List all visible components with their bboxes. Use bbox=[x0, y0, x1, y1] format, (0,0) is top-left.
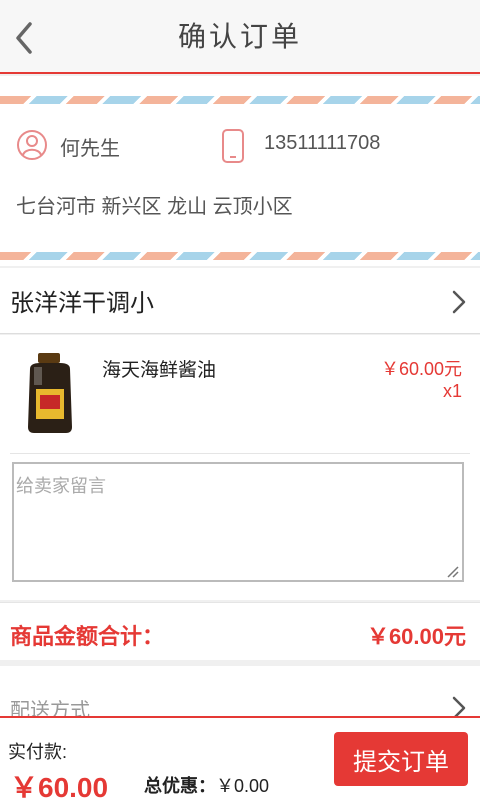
product-quantity: x1 bbox=[442, 381, 462, 401]
pay-label: 实付款: bbox=[8, 742, 68, 762]
shop-name: 张洋洋干调小 bbox=[10, 290, 154, 317]
phone-icon bbox=[222, 129, 244, 163]
discount-label: 总优惠： bbox=[144, 776, 216, 796]
total-value: ￥60.00元 bbox=[366, 624, 466, 649]
recipient-phone: 13511111708 bbox=[264, 132, 381, 154]
recipient-name: 何先生 bbox=[60, 138, 120, 160]
product-price: ￥60.00元 bbox=[380, 359, 462, 379]
checkout-footer: 实付款: ￥60.00 总优惠：￥0.00 提交订单 bbox=[0, 716, 480, 800]
header-bar: 确认订单 bbox=[0, 0, 480, 74]
resize-grip-icon[interactable] bbox=[446, 565, 460, 579]
total-label: 商品金额合计： bbox=[10, 624, 165, 649]
seller-message-input[interactable] bbox=[12, 462, 464, 582]
discount-value: ￥0.00 bbox=[216, 776, 270, 796]
envelope-stripe-top bbox=[0, 96, 480, 104]
product-name: 海天海鲜酱油 bbox=[102, 360, 217, 381]
chevron-right-icon bbox=[452, 290, 466, 314]
total-row: 商品金额合计： ￥60.00元 bbox=[0, 602, 480, 660]
recipient-address: 七台河市 新兴区 龙山 云顶小区 bbox=[16, 196, 293, 218]
envelope-stripe-bottom bbox=[0, 252, 480, 260]
product-section: 海天海鲜酱油 ￥60.00元 x1 bbox=[0, 335, 480, 600]
pay-amount: ￥60.00 bbox=[10, 772, 109, 800]
submit-order-button[interactable]: 提交订单 bbox=[334, 732, 468, 786]
address-card[interactable]: 何先生 13511111708 七台河市 新兴区 龙山 云顶小区 bbox=[0, 76, 480, 266]
shop-row[interactable]: 张洋洋干调小 bbox=[0, 268, 480, 334]
product-image[interactable] bbox=[20, 351, 80, 435]
person-icon bbox=[17, 130, 47, 160]
discount-info: 总优惠：￥0.00 bbox=[144, 772, 269, 798]
page-title: 确认订单 bbox=[177, 21, 302, 52]
divider bbox=[10, 453, 470, 454]
